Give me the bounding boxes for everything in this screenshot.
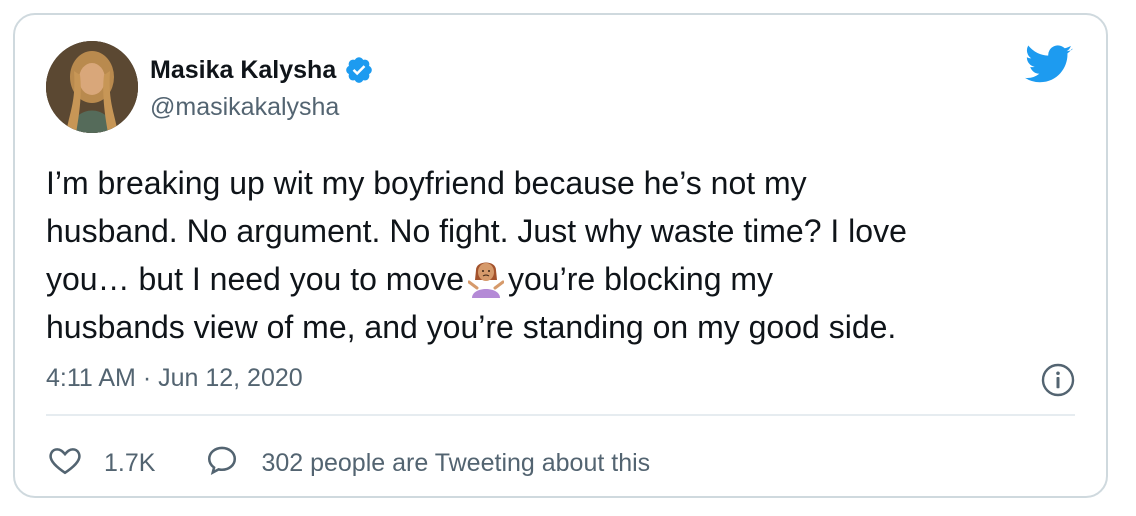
speech-bubble-icon: [205, 443, 239, 484]
tweet-text-line: husbands view of me, and you’re standing…: [46, 309, 897, 345]
tweet-card[interactable]: Masika Kalysha @masikakalysha I’m breaki…: [13, 13, 1108, 498]
tweet-text-line: husband. No argument. No fight. Just why…: [46, 213, 907, 249]
author-handle[interactable]: @masikakalysha: [150, 93, 339, 122]
tweet-text-line: I’m breaking up wit my boyfriend because…: [46, 165, 807, 201]
tweet-text-line: you… but I need you to move you’re block…: [46, 255, 1086, 303]
author-name-row: Masika Kalysha: [150, 55, 374, 85]
tweeting-about-text: 302 people are Tweeting about this: [261, 449, 651, 477]
tweet-text-segment: you… but I need you to move: [46, 261, 465, 297]
tweeting-about-link[interactable]: 302 people are Tweeting about this: [205, 443, 650, 484]
tweet-text: I’m breaking up wit my boyfriend because…: [46, 159, 1086, 351]
author-display-name[interactable]: Masika Kalysha: [150, 56, 336, 85]
twitter-bird-icon[interactable]: [1025, 45, 1073, 85]
heart-icon: [48, 443, 82, 484]
like-button[interactable]: 1.7K: [48, 443, 155, 484]
verified-badge-icon: [344, 55, 374, 85]
tweet-text-segment: you’re blocking my: [508, 261, 774, 297]
person-shrugging-emoji-icon: [467, 258, 505, 298]
divider: [46, 414, 1075, 416]
like-count: 1.7K: [104, 449, 156, 477]
tweet-timestamp[interactable]: 4:11 AM · Jun 12, 2020: [46, 364, 303, 393]
avatar[interactable]: [46, 41, 138, 133]
info-icon[interactable]: [1040, 362, 1076, 398]
tweet-actions: 1.7K 302 people are Tweeting about this: [48, 443, 650, 484]
